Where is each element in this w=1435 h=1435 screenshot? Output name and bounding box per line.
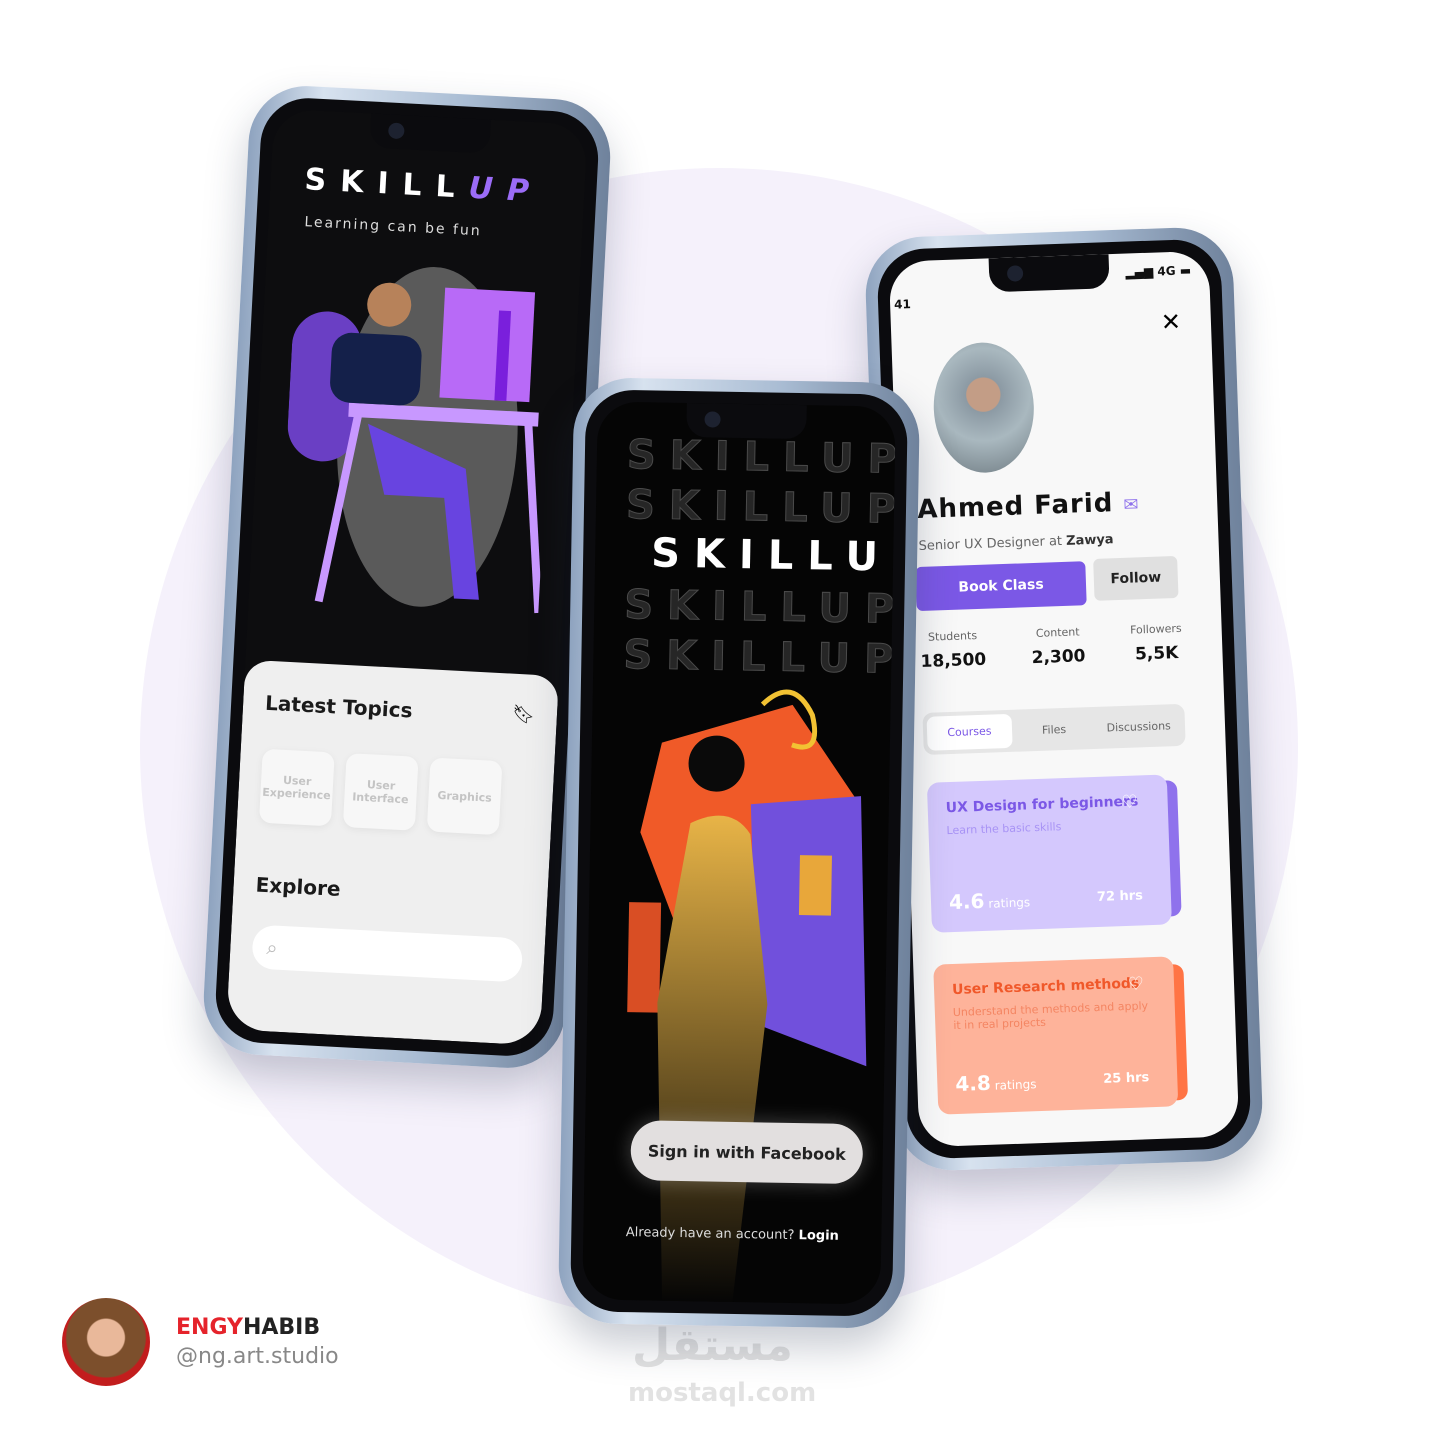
explore-heading: Explore: [255, 872, 342, 901]
bookmark-icon[interactable]: 🔖︎: [511, 704, 536, 729]
stat-label: Content: [1035, 625, 1080, 640]
ghost-logo: SKILLUP: [625, 481, 896, 533]
follow-button[interactable]: Follow: [1093, 555, 1179, 601]
logo-text: SKILL: [303, 162, 470, 206]
stat-value: 5,5K: [1134, 642, 1179, 665]
author-name: ENGYHABIB: [176, 1315, 339, 1340]
desk-illustration: [287, 267, 543, 614]
company-text: Zawya: [1065, 532, 1114, 549]
topic-chip[interactable]: User Experience: [258, 748, 335, 827]
role-text: Senior UX Designer at: [918, 533, 1063, 554]
rating-label: ratings: [988, 895, 1031, 911]
notch: [369, 113, 492, 154]
author-first: ENGY: [176, 1315, 243, 1340]
notch: [686, 403, 807, 440]
course-hours: 72 hrs: [1096, 888, 1144, 905]
stat-content: Content 2,300: [1031, 625, 1086, 669]
watermark-latin: mostaql.com: [628, 1378, 817, 1408]
verified-badge-icon: ✉: [1123, 494, 1140, 516]
avatar: [931, 340, 1037, 475]
book-class-button[interactable]: Book Class: [915, 561, 1087, 612]
already-text: Already have an account?: [625, 1225, 795, 1244]
stat-students: Students 18,500: [920, 628, 987, 672]
notch: [988, 254, 1110, 293]
topics-panel: Latest Topics 🔖︎ User Experience User Int…: [226, 659, 560, 1046]
author-credit: ENGYHABIB @ng.art.studio: [62, 1298, 339, 1386]
stat-value: 2,300: [1031, 646, 1086, 669]
profile-role: Senior UX Designer at Zawya: [918, 532, 1114, 554]
course-card[interactable]: User Research methods Understand the met…: [933, 956, 1179, 1115]
course-subtitle: Understand the methods and apply it in r…: [952, 999, 1149, 1033]
course-rating: 4.8 ratings: [955, 1069, 1037, 1096]
stat-label: Followers: [1129, 621, 1182, 637]
stat-followers: Followers 5,5K: [1130, 622, 1183, 665]
heart-icon[interactable]: ♡: [1127, 973, 1144, 995]
phone-signin: SKILLUP SKILLUP SKILLUP SKILLUP SKILLUP …: [557, 377, 921, 1329]
status-network: ▂▄▆ 4G ▬: [1125, 263, 1191, 279]
latest-topics-heading: Latest Topics: [264, 690, 414, 723]
ghost-logo: SKILLUP: [623, 631, 896, 683]
rating-value: 4.8: [954, 1070, 992, 1097]
profile-name: Ahmed Farid ✉: [917, 487, 1140, 525]
phone-profile: 41 ▂▄▆ 4G ▬ ✕ Ahmed Farid ✉ Senior UX De…: [863, 225, 1265, 1173]
phone-home: SKILLUP Learning can be fun Latest Topic…: [200, 83, 614, 1071]
battery-icon: ▬: [1179, 263, 1192, 278]
rating-value: 4.6: [948, 888, 985, 915]
character-illustration: [627, 689, 867, 1304]
app-logo: SKILLUP: [304, 162, 544, 209]
course-title: User Research methods: [951, 975, 1140, 999]
tab-courses[interactable]: Courses: [926, 713, 1013, 751]
heart-icon[interactable]: ♡: [1121, 791, 1138, 813]
network-label: 4G: [1157, 263, 1176, 279]
logo-accent: UP: [467, 170, 544, 210]
rating-label: ratings: [994, 1077, 1037, 1093]
logo-accent: UP: [845, 533, 896, 582]
close-icon[interactable]: ✕: [1160, 308, 1181, 337]
author-handle: @ng.art.studio: [176, 1344, 339, 1369]
course-title: UX Design for beginners: [945, 793, 1139, 817]
course-subtitle: Learn the basic skills: [946, 820, 1062, 838]
topic-chip[interactable]: User Interface: [342, 753, 419, 831]
tagline: Learning can be fun: [304, 214, 483, 240]
status-time: 41: [893, 297, 912, 312]
tab-files[interactable]: Files: [1012, 721, 1097, 737]
stat-value: 18,500: [920, 649, 987, 672]
author-last: HABIB: [242, 1315, 321, 1340]
profile-stats: Students 18,500 Content 2,300 Followers 5,5…: [920, 622, 1183, 672]
search-input[interactable]: ⌕: [251, 924, 524, 983]
facebook-signin-button[interactable]: Sign in with Facebook: [630, 1120, 864, 1185]
name-text: Ahmed Farid: [916, 488, 1114, 525]
course-hours: 25 hrs: [1103, 1070, 1150, 1087]
stat-label: Students: [927, 628, 978, 644]
topic-chip[interactable]: Graphics: [426, 757, 503, 836]
signal-icon: ▂▄▆: [1125, 264, 1158, 280]
author-avatar: [62, 1298, 150, 1386]
app-logo: SKILLUP: [651, 530, 896, 581]
ghost-logo: SKILLUP: [626, 431, 896, 483]
course-rating: 4.6 ratings: [949, 887, 1031, 914]
profile-tabs: Courses Files Discussions: [922, 703, 1186, 755]
login-link[interactable]: Login: [798, 1228, 838, 1244]
watermark-arabic: مستقل: [632, 1320, 793, 1371]
tab-discussions[interactable]: Discussions: [1096, 718, 1181, 734]
logo-text: SKILL: [650, 530, 846, 580]
course-card[interactable]: UX Design for beginners Learn the basic …: [926, 774, 1172, 933]
ghost-logo: SKILLUP: [623, 581, 896, 633]
search-icon: ⌕: [265, 935, 279, 960]
